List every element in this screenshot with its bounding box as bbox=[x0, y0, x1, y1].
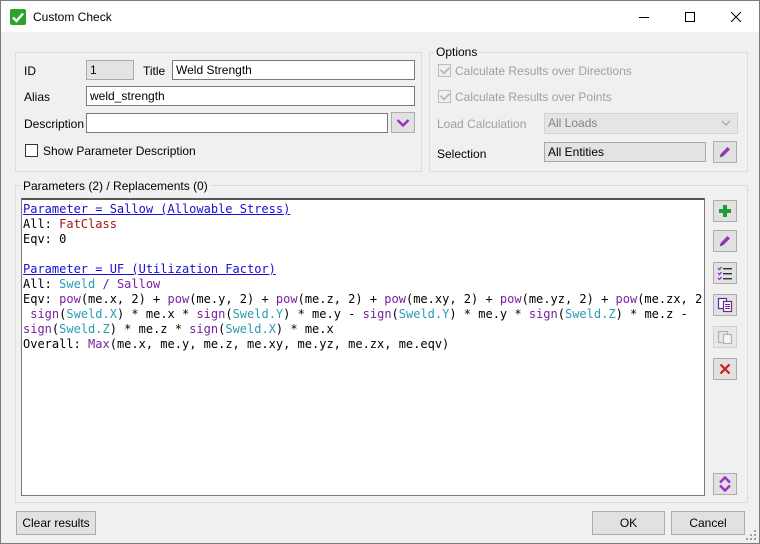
cancel-button[interactable]: Cancel bbox=[671, 511, 745, 535]
load-calc-select[interactable]: All Loads bbox=[544, 113, 738, 134]
description-input[interactable] bbox=[86, 113, 388, 133]
code-line: Eqv: pow(me.x, 2) + pow(me.y, 2) + pow(m… bbox=[23, 292, 704, 306]
selection-edit-button[interactable] bbox=[713, 141, 737, 163]
id-label: ID bbox=[24, 64, 36, 78]
title-bar: Custom Check bbox=[1, 1, 759, 32]
expand-collapse-icon bbox=[719, 476, 731, 492]
calc-directions-checkbox[interactable] bbox=[438, 64, 451, 77]
pencil-icon bbox=[719, 147, 730, 158]
maximize-button[interactable] bbox=[667, 1, 713, 32]
calc-points-label: Calculate Results over Points bbox=[455, 90, 612, 104]
calc-points-checkbox[interactable] bbox=[438, 90, 451, 103]
param-value: Sallow bbox=[116, 277, 161, 291]
parameter-heading-sallow[interactable]: Parameter = Sallow (Allowable Stress) bbox=[23, 202, 290, 216]
checklist-button[interactable] bbox=[713, 262, 737, 284]
checkmark-app-icon bbox=[10, 9, 26, 25]
show-param-desc-checkbox[interactable] bbox=[25, 144, 38, 157]
title-input[interactable]: Weld Strength bbox=[172, 60, 415, 80]
close-icon bbox=[731, 11, 741, 22]
resize-grip-icon[interactable] bbox=[745, 529, 757, 541]
selection-field: All Entities bbox=[544, 142, 706, 162]
alias-label: Alias bbox=[24, 90, 51, 104]
expand-collapse-button[interactable] bbox=[713, 473, 737, 495]
pencil-icon bbox=[719, 236, 730, 247]
minimize-icon bbox=[639, 16, 649, 18]
paste-icon bbox=[717, 330, 733, 345]
param-key: All: bbox=[23, 217, 60, 231]
minimize-button[interactable] bbox=[621, 1, 667, 32]
maximize-icon bbox=[685, 11, 695, 22]
parameters-legend: Parameters (2) / Replacements (0) bbox=[21, 179, 210, 193]
delete-parameter-button[interactable] bbox=[713, 358, 737, 380]
description-dropdown-button[interactable] bbox=[391, 112, 415, 133]
options-legend: Options bbox=[434, 45, 480, 59]
edit-parameter-button[interactable] bbox=[713, 230, 737, 252]
code-line: Overall: Max(me.x, me.y, me.z, me.xy, me… bbox=[23, 337, 450, 351]
param-key: All: bbox=[23, 277, 60, 291]
copy-button[interactable] bbox=[713, 294, 737, 316]
chevron-down-icon bbox=[721, 120, 731, 126]
parameters-editor[interactable]: Parameter = Sallow (Allowable Stress) Al… bbox=[21, 198, 705, 496]
chevron-down-icon bbox=[396, 118, 410, 127]
show-param-desc-label: Show Parameter Description bbox=[43, 144, 196, 158]
load-calc-value: All Loads bbox=[548, 116, 598, 130]
clear-results-button[interactable]: Clear results bbox=[16, 511, 96, 535]
close-button[interactable] bbox=[713, 1, 759, 32]
window-title: Custom Check bbox=[33, 10, 112, 24]
selection-label: Selection bbox=[437, 147, 487, 161]
title-label: Title bbox=[143, 64, 166, 78]
plus-icon bbox=[719, 205, 731, 217]
alias-input[interactable]: weld_strength bbox=[86, 86, 415, 106]
ok-button[interactable]: OK bbox=[592, 511, 665, 535]
parameter-heading-uf[interactable]: Parameter = UF (Utilization Factor) bbox=[23, 262, 276, 276]
copy-icon bbox=[717, 297, 733, 313]
param-value: 0 bbox=[59, 232, 67, 246]
param-value: Sweld bbox=[59, 277, 96, 291]
param-key: Eqv: bbox=[23, 232, 60, 246]
description-label: Description bbox=[24, 117, 85, 131]
id-field: 1 bbox=[86, 60, 134, 80]
checklist-icon bbox=[717, 266, 732, 280]
code-line: sign(Sweld.Z) * me.z * sign(Sweld.X) * m… bbox=[23, 322, 334, 336]
load-calc-label: Load Calculation bbox=[437, 117, 527, 131]
calc-directions-label: Calculate Results over Directions bbox=[455, 64, 632, 78]
param-operator: / bbox=[95, 277, 117, 291]
paste-button[interactable] bbox=[713, 326, 737, 348]
delete-icon bbox=[719, 363, 731, 375]
add-parameter-button[interactable] bbox=[713, 200, 737, 222]
code-line: sign(Sweld.X) * me.x * sign(Sweld.Y) * m… bbox=[30, 307, 688, 321]
custom-check-dialog: Custom Check ID 1 Title Weld Strength Al… bbox=[0, 0, 760, 544]
param-value: FatClass bbox=[59, 217, 117, 231]
